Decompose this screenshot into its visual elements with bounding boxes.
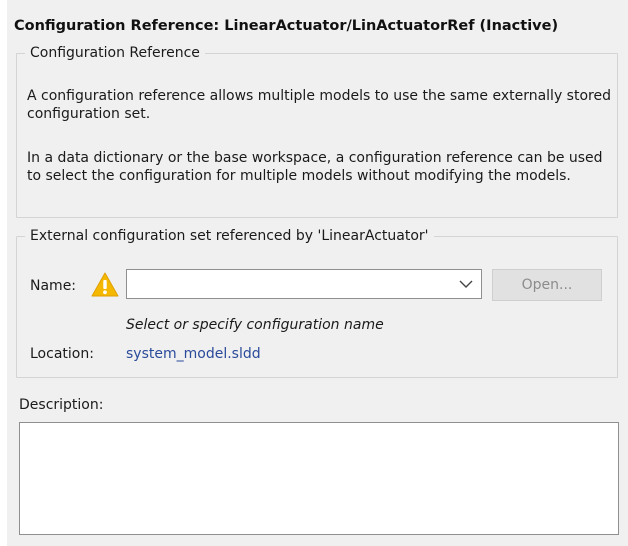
configuration-name-combobox[interactable] xyxy=(126,269,482,299)
external-config-group: External configuration set referenced by… xyxy=(16,228,618,378)
configuration-reference-legend: Configuration Reference xyxy=(30,45,200,61)
open-button[interactable]: Open... xyxy=(492,269,602,301)
name-hint-text: Select or specify configuration name xyxy=(126,317,384,333)
description-paragraph-1: A configuration reference allows multipl… xyxy=(27,88,611,122)
name-label: Name: xyxy=(30,278,77,294)
location-label: Location: xyxy=(30,346,94,362)
panel-title: Configuration Reference: LinearActuator/… xyxy=(14,18,559,34)
configuration-reference-group: Configuration Reference xyxy=(16,45,618,218)
location-value[interactable]: system_model.sldd xyxy=(126,346,261,362)
description-textarea[interactable] xyxy=(19,422,619,535)
description-paragraph-2: In a data dictionary or the base workspa… xyxy=(27,150,603,184)
chevron-down-icon[interactable] xyxy=(459,279,473,289)
external-config-legend: External configuration set referenced by… xyxy=(30,228,429,244)
warning-icon xyxy=(91,272,119,297)
description-label: Description: xyxy=(19,397,104,413)
